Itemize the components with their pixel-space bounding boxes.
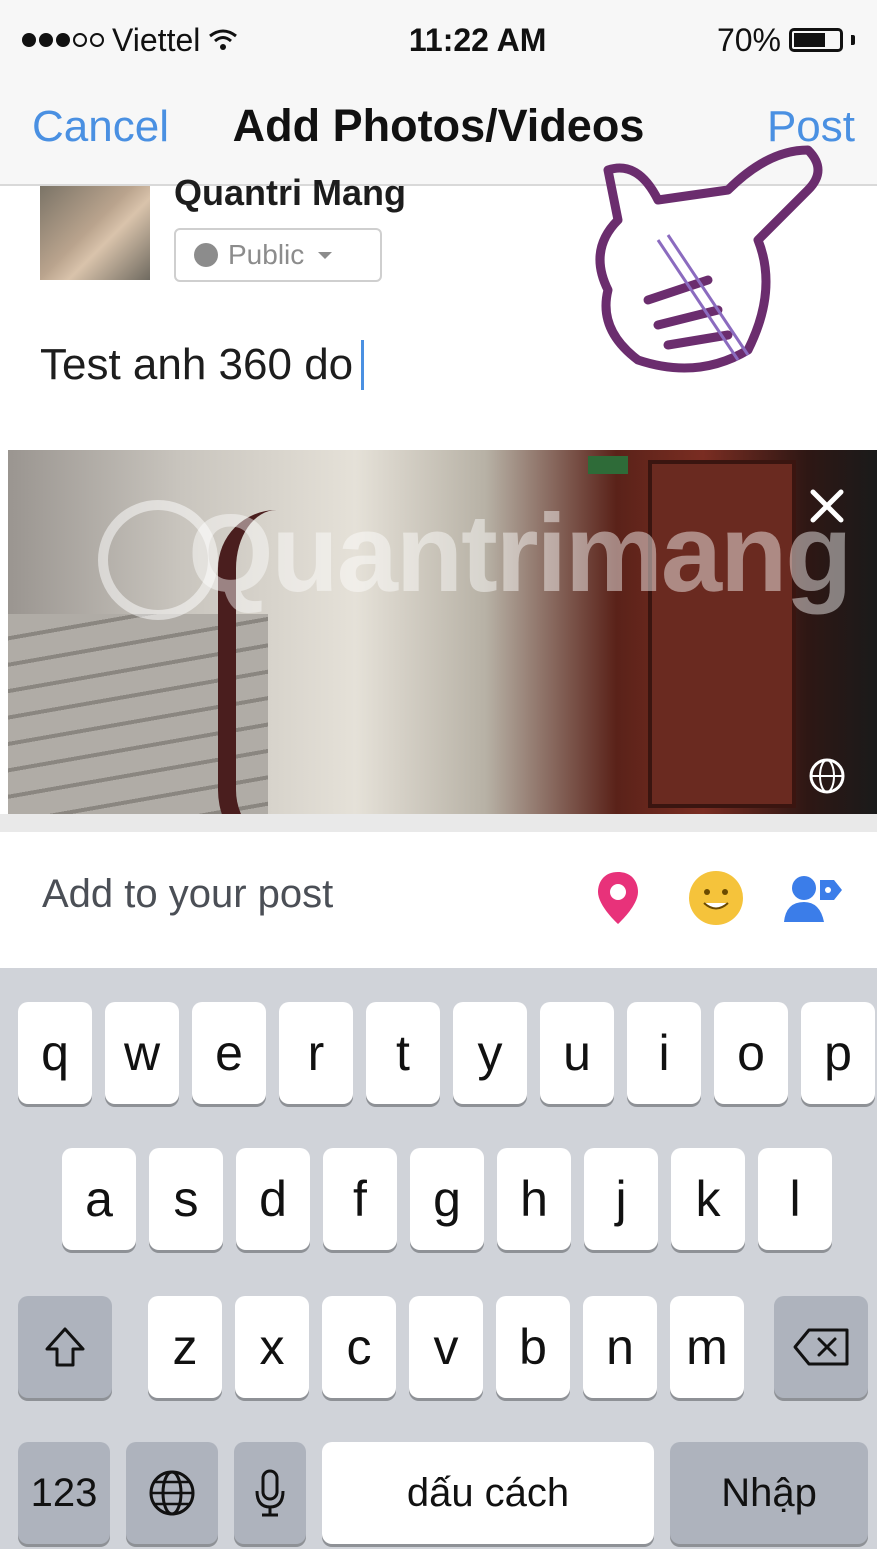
key-i[interactable]: i: [627, 1002, 701, 1104]
return-key[interactable]: Nhập: [670, 1442, 868, 1544]
key-m[interactable]: m: [670, 1296, 744, 1398]
post-text-value: Test anh 360 do: [40, 340, 354, 389]
backspace-icon: [793, 1328, 849, 1366]
numbers-key[interactable]: 123: [18, 1442, 110, 1544]
keyboard: qwertyuiop asdfghjkl zxcvbnm 123 dấu các…: [0, 968, 877, 1549]
key-e[interactable]: e: [192, 1002, 266, 1104]
battery-percent: 70%: [716, 21, 781, 58]
backspace-key[interactable]: [774, 1296, 868, 1398]
key-k[interactable]: k: [671, 1148, 745, 1250]
battery-indicator: 70%: [717, 22, 855, 59]
add-to-post-row[interactable]: Add to your post: [0, 832, 877, 969]
key-h[interactable]: h: [497, 1148, 571, 1250]
post-text-input[interactable]: Test anh 360 do: [40, 340, 365, 390]
close-icon[interactable]: [807, 486, 847, 526]
status-left: Viettel: [22, 22, 238, 59]
status-time: 11:22 AM: [408, 21, 547, 58]
location-pin-icon[interactable]: [586, 866, 650, 930]
key-g[interactable]: g: [410, 1148, 484, 1250]
text-cursor: [361, 340, 365, 390]
key-b[interactable]: b: [496, 1296, 570, 1398]
key-n[interactable]: n: [583, 1296, 657, 1398]
privacy-label: Public: [228, 239, 305, 270]
carrier-name: Viettel: [112, 21, 201, 58]
globe-360-icon: [809, 758, 845, 794]
key-j[interactable]: j: [584, 1148, 658, 1250]
shift-icon: [45, 1327, 85, 1367]
dictation-key[interactable]: [234, 1442, 306, 1544]
chevron-down-icon: [318, 251, 333, 259]
key-c[interactable]: c: [322, 1296, 396, 1398]
key-a[interactable]: a: [62, 1148, 136, 1250]
globe-icon: [194, 243, 218, 267]
key-v[interactable]: v: [409, 1296, 483, 1398]
wifi-icon: [209, 29, 238, 50]
space-key[interactable]: dấu cách: [322, 1442, 654, 1544]
key-l[interactable]: l: [758, 1148, 832, 1250]
key-f[interactable]: f: [323, 1148, 397, 1250]
feeling-emoji-icon[interactable]: [684, 866, 748, 930]
key-d[interactable]: d: [236, 1148, 310, 1250]
key-o[interactable]: o: [714, 1002, 788, 1104]
battery-icon: [788, 28, 843, 52]
watermark-text: Quantrimang: [188, 492, 852, 615]
panorama-photo[interactable]: Quantrimang: [8, 450, 877, 814]
microphone-icon: [255, 1469, 285, 1517]
key-w[interactable]: w: [105, 1002, 179, 1104]
user-name: Quantri Mang: [174, 172, 406, 213]
signal-strength-icon: [22, 33, 104, 47]
key-t[interactable]: t: [366, 1002, 440, 1104]
key-u[interactable]: u: [540, 1002, 614, 1104]
key-y[interactable]: y: [453, 1002, 527, 1104]
globe-icon: [149, 1470, 195, 1516]
key-s[interactable]: s: [149, 1148, 223, 1250]
shift-key[interactable]: [18, 1296, 112, 1398]
key-p[interactable]: p: [801, 1002, 875, 1104]
pointing-hand-annotation: [595, 145, 823, 373]
status-bar: Viettel 11:22 AM 70%: [0, 0, 877, 80]
add-to-post-label: Add to your post: [42, 872, 334, 916]
avatar: [40, 186, 150, 280]
privacy-selector[interactable]: Public: [174, 228, 382, 282]
tag-friends-icon[interactable]: [780, 866, 844, 930]
divider: [0, 814, 877, 832]
key-q[interactable]: q: [18, 1002, 92, 1104]
language-key[interactable]: [126, 1442, 218, 1544]
key-r[interactable]: r: [279, 1002, 353, 1104]
key-z[interactable]: z: [148, 1296, 222, 1398]
key-x[interactable]: x: [235, 1296, 309, 1398]
